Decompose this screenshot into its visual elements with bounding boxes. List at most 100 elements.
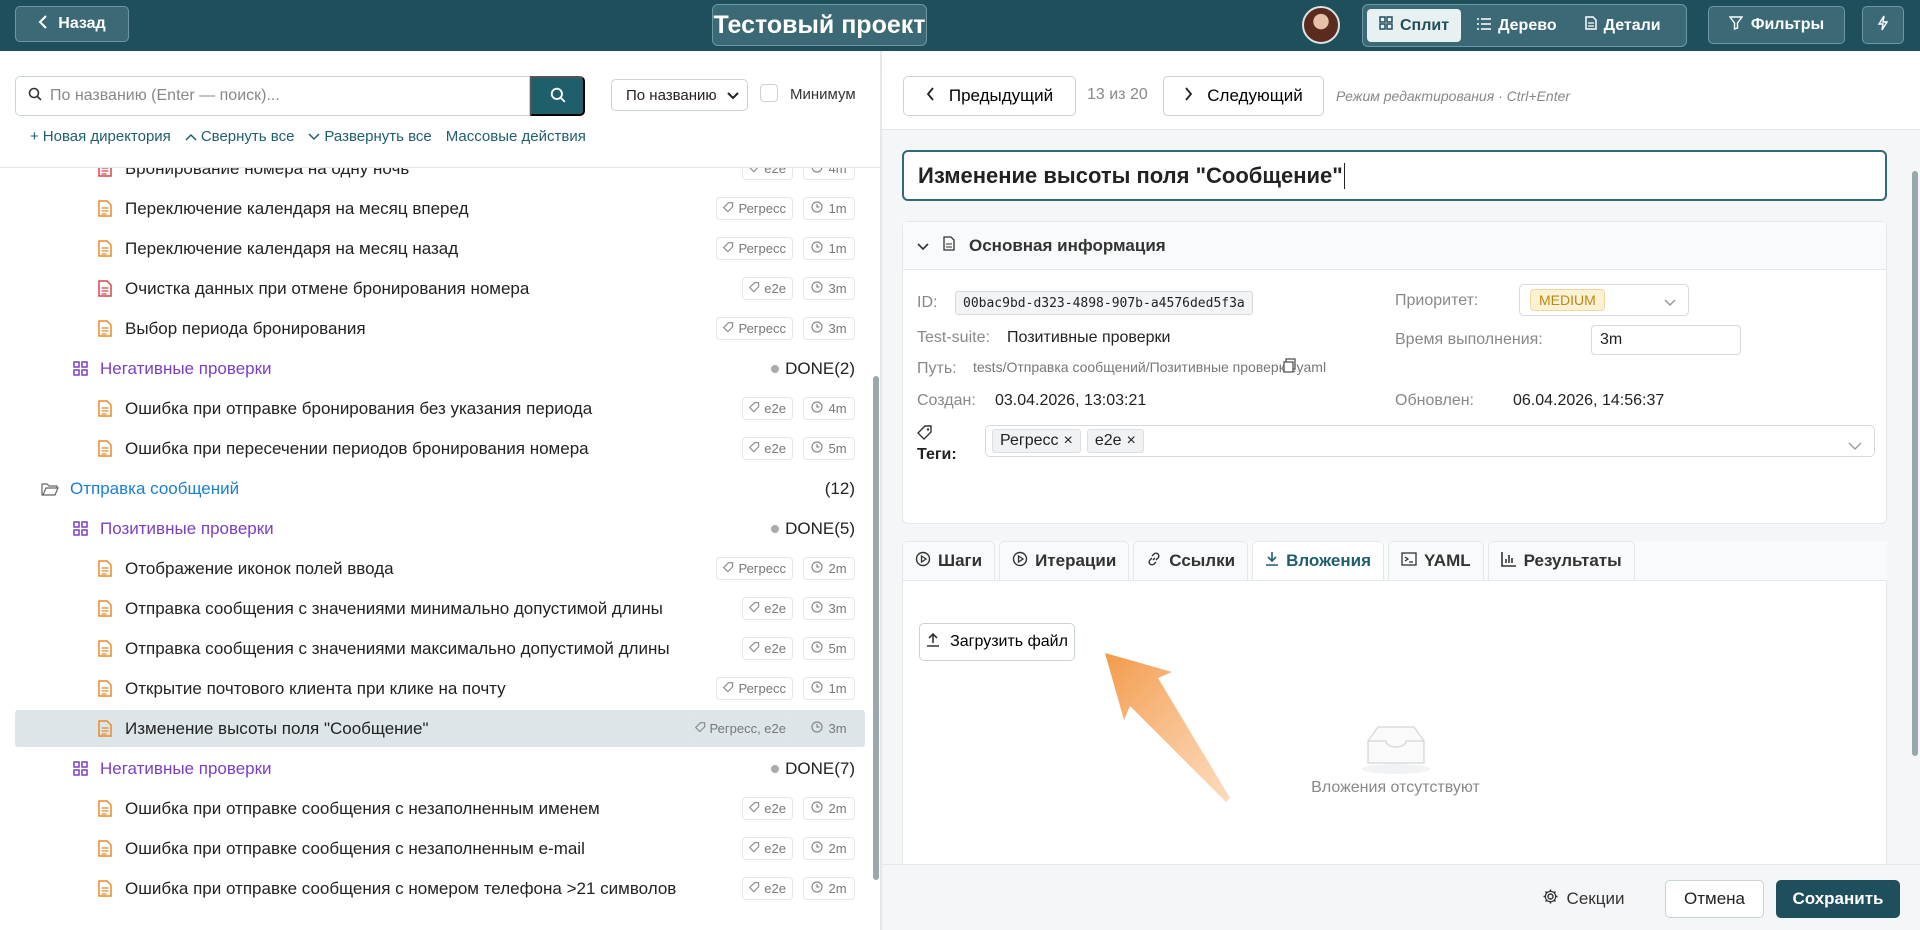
id-value[interactable]: 00bac9bd-d323-4898-907b-a4576ded5f3a <box>955 291 1253 315</box>
tab-label: YAML <box>1424 551 1471 570</box>
new-directory-button[interactable]: + Новая директория <box>30 128 171 145</box>
tab-steps[interactable]: Шаги <box>902 541 996 580</box>
minimum-checkbox[interactable] <box>760 84 778 102</box>
tag-text: e2e <box>764 441 786 456</box>
upload-file-button[interactable]: Загрузить файл <box>919 623 1075 661</box>
duration-text: 4m <box>828 168 847 176</box>
filters-button[interactable]: Фильтры <box>1708 6 1845 44</box>
copy-icon[interactable] <box>1283 358 1296 378</box>
tree-case-item[interactable]: Ошибка при отправке сообщения с номером … <box>15 870 865 907</box>
plus-icon: + <box>30 128 39 145</box>
duration-text: 5m <box>828 441 847 456</box>
next-button[interactable]: Следующий <box>1163 76 1324 116</box>
test-case-icon <box>95 400 115 417</box>
view-mode-split[interactable]: Сплит <box>1367 9 1462 42</box>
case-title-input[interactable]: Изменение высоты поля "Сообщение" <box>902 150 1887 201</box>
clock-icon <box>811 881 824 896</box>
search-placeholder: По названию (Enter — поиск)... <box>50 87 280 104</box>
view-mode-label: Сплит <box>1400 16 1450 34</box>
close-icon[interactable]: × <box>1064 432 1073 450</box>
tree-case-item[interactable]: Отправка сообщения с значениями минималь… <box>15 590 865 627</box>
section-header[interactable]: Основная информация <box>903 222 1886 270</box>
tree-item-title: Открытие почтового клиента при клике на … <box>125 678 506 698</box>
previous-button[interactable]: Предыдущий <box>903 76 1076 116</box>
close-icon[interactable]: × <box>1127 432 1136 450</box>
tab-label: Ссылки <box>1169 551 1236 570</box>
tab-links[interactable]: Ссылки <box>1133 541 1249 580</box>
suite-status: DONE (5) <box>771 519 855 539</box>
chevron-down-icon <box>1664 294 1676 312</box>
tree-case-item[interactable]: Ошибка при отправке бронирования без ука… <box>15 390 865 427</box>
duration-text: 2m <box>828 841 847 856</box>
tag-icon <box>723 321 734 336</box>
tab-results[interactable]: Результаты <box>1487 541 1635 580</box>
tree-case-item[interactable]: Открытие почтового клиента при клике на … <box>15 670 865 707</box>
tab-attachments[interactable]: Вложения <box>1252 541 1385 580</box>
sort-select[interactable]: По названию <box>611 79 748 111</box>
tree-case-item[interactable]: Изменение высоты поля "Сообщение" Регресс… <box>15 710 865 747</box>
detail-scrollbar[interactable] <box>1912 171 1918 756</box>
save-button[interactable]: Сохранить <box>1776 880 1900 918</box>
suite-count: (7) <box>834 758 855 778</box>
view-mode-tree[interactable]: Дерево <box>1465 9 1569 42</box>
tree-item-title: Позитивные проверки <box>100 518 274 538</box>
test-case-icon <box>95 440 115 457</box>
tab-label: Результаты <box>1523 551 1622 570</box>
tree-case-item[interactable]: Ошибка при отправке сообщения с незаполн… <box>15 830 865 867</box>
test-case-icon <box>95 640 115 657</box>
duration-badge: 2m <box>803 557 855 580</box>
view-mode-details[interactable]: Детали <box>1573 9 1673 42</box>
tag-badge: e2e <box>742 637 793 660</box>
exec-time-input[interactable]: 3m <box>1591 325 1741 355</box>
suite-status: DONE (2) <box>771 359 855 379</box>
sections-button[interactable]: Секции <box>1530 880 1636 918</box>
lightning-icon <box>1877 15 1889 36</box>
duration-badge: 5m <box>803 437 855 460</box>
quick-actions-button[interactable] <box>1862 6 1904 44</box>
tree-case-item[interactable]: Ошибка при отправке сообщения с незаполн… <box>15 790 865 827</box>
search-input[interactable]: По названию (Enter — поиск)... <box>15 76 530 116</box>
filters-label: Фильтры <box>1750 16 1825 33</box>
duration-badge: 2m <box>803 877 855 900</box>
bulk-actions-button[interactable]: Массовые действия <box>446 128 586 145</box>
chart-icon <box>1500 551 1517 572</box>
top-bar: Назад Тестовый проект Сплит Дерево Детал… <box>0 0 1920 51</box>
tree-case-item[interactable]: Выбор периода бронирования Регресс 3m <box>15 310 865 347</box>
tree-case-item[interactable]: Бронирование номера на одну ночь e2e 4m <box>15 168 865 187</box>
tag-chip-label: e2e <box>1094 432 1122 449</box>
tree-suite-item[interactable]: Позитивные проверки DONE (5) <box>15 510 865 547</box>
tag-text: e2e <box>764 168 786 176</box>
tree-item-title: Переключение календаря на месяц назад <box>125 238 459 258</box>
tree-case-item[interactable]: Ошибка при пересечении периодов брониров… <box>15 430 865 467</box>
user-avatar[interactable] <box>1302 6 1340 44</box>
back-button[interactable]: Назад <box>15 6 129 42</box>
tab-iterations[interactable]: Итерации <box>999 541 1130 580</box>
tree-item-title: Отправка сообщения с значениями минималь… <box>125 598 663 618</box>
suite-grid-icon <box>70 761 90 776</box>
exec-time-label: Время выполнения: <box>1395 331 1543 348</box>
test-case-icon <box>95 320 115 337</box>
tag-text: e2e <box>764 841 786 856</box>
tree-case-item[interactable]: Отображение иконок полей ввода Регресс 2m <box>15 550 865 587</box>
tag-badge: e2e <box>742 437 793 460</box>
detail-panel: Предыдущий 13 из 20 Следующий Режим реда… <box>882 51 1920 930</box>
tree-suite-item[interactable]: Негативные проверки DONE (7) <box>15 750 865 787</box>
tree-folder-item[interactable]: Отправка сообщений (12) <box>15 470 865 507</box>
tab-yaml[interactable]: YAML <box>1388 541 1484 580</box>
tree-suite-item[interactable]: Негативные проверки DONE (2) <box>15 350 865 387</box>
duration-badge: 3m <box>803 597 855 620</box>
tree-case-item[interactable]: Очистка данных при отмене бронирования н… <box>15 270 865 307</box>
document-icon <box>1584 16 1597 35</box>
path-label: Путь: <box>917 360 957 377</box>
tree-case-item[interactable]: Переключение календаря на месяц вперед Ре… <box>15 190 865 227</box>
test-case-icon <box>95 880 115 897</box>
collapse-all-button[interactable]: Свернуть все <box>185 128 294 145</box>
tree-case-item[interactable]: Отправка сообщения с значениями максимал… <box>15 630 865 667</box>
tags-select[interactable]: Регресс × e2e × <box>985 425 1875 457</box>
priority-select[interactable]: MEDIUM <box>1519 284 1689 316</box>
tree-scrollbar[interactable] <box>873 376 879 880</box>
tree-case-item[interactable]: Переключение календаря на месяц назад Рег… <box>15 230 865 267</box>
search-button[interactable] <box>530 76 585 116</box>
expand-all-button[interactable]: Развернуть все <box>308 128 432 145</box>
cancel-button[interactable]: Отмена <box>1665 880 1764 918</box>
